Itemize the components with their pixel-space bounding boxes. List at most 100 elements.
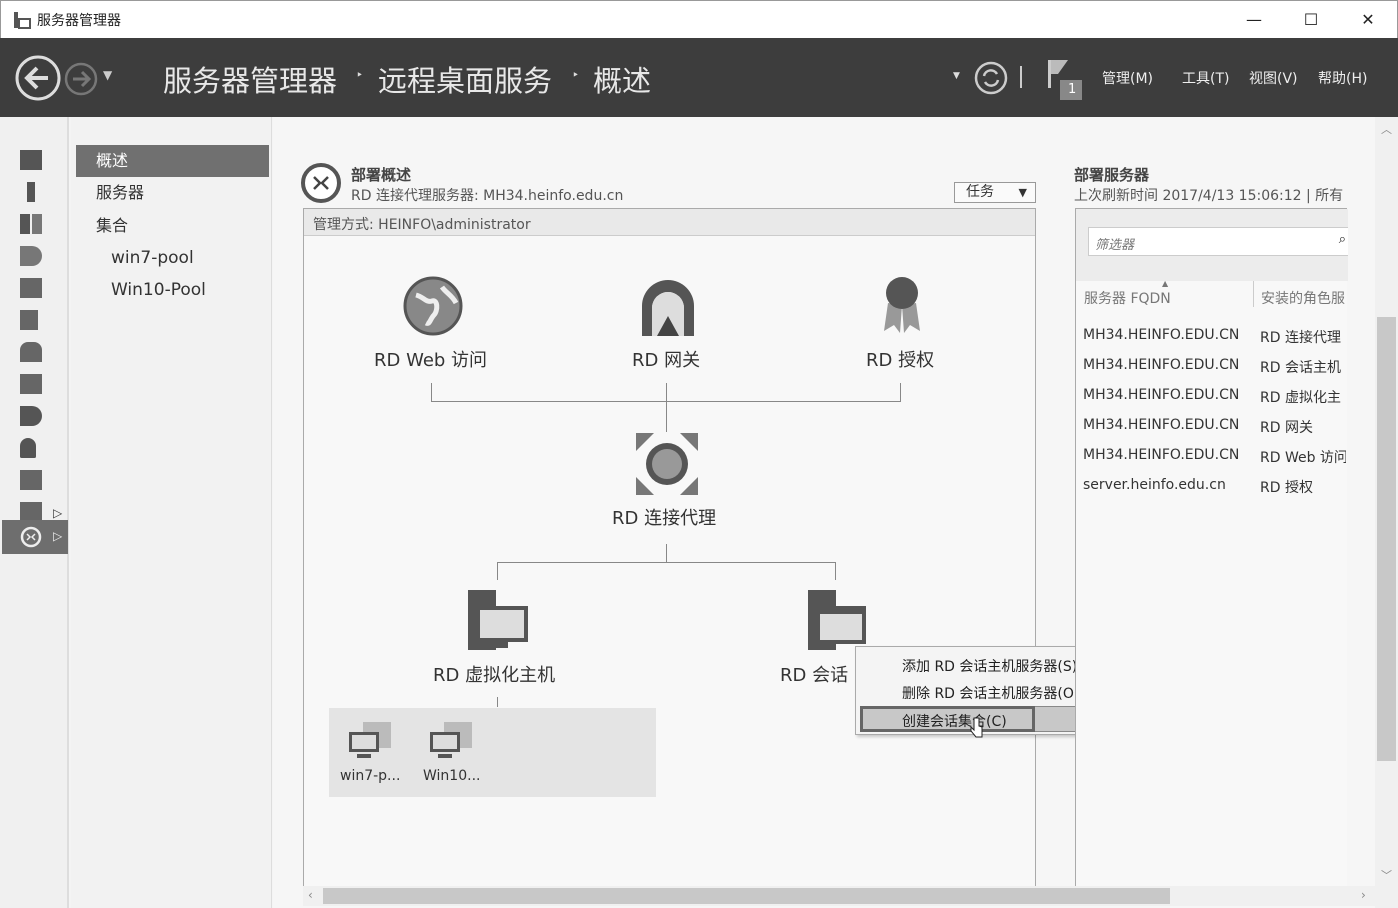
wsus-icon[interactable]: [20, 470, 42, 490]
remote-desktop-icon: [301, 163, 341, 203]
license-ribbon-icon[interactable]: [880, 275, 924, 337]
back-icon[interactable]: [14, 55, 64, 101]
notification-count: 1: [1068, 82, 1077, 97]
title-bar: 服务器管理器 — ☐ ✕: [0, 0, 1398, 38]
nav-item-win10-pool[interactable]: Win10-Pool: [76, 274, 269, 306]
remote-desktop-icon: [20, 526, 42, 548]
menu-tools[interactable]: 工具(T): [1182, 68, 1229, 88]
iis-icon[interactable]: [20, 310, 38, 330]
pool-win7[interactable]: win7-p...: [340, 768, 400, 784]
server-role[interactable]: RD 网关: [1260, 417, 1346, 437]
dashboard-icon[interactable]: [20, 150, 42, 170]
role-rd-session-host[interactable]: RD 会话: [780, 661, 848, 687]
managed-by: 管理方式: HEINFO\administrator: [313, 217, 531, 233]
dropdown-icon[interactable]: ▼: [953, 71, 960, 81]
print-icon[interactable]: [20, 374, 42, 394]
scrollbar-thumb[interactable]: [1377, 317, 1396, 761]
key-icon[interactable]: [20, 438, 36, 458]
maximize-button[interactable]: ☐: [1291, 7, 1331, 33]
nav-item-collections[interactable]: 集合: [76, 210, 269, 242]
overview-title: 部署概述: [351, 166, 412, 184]
menu-create-collection[interactable]: 创建会话集合(C): [860, 706, 1035, 732]
servers-refresh-time: 上次刷新时间 2017/4/13 15:06:12 | 所有: [1074, 188, 1344, 204]
scroll-down-icon[interactable]: ﹀: [1381, 867, 1392, 883]
menu-help[interactable]: 帮助(H): [1318, 68, 1367, 88]
menu-remove-session-host[interactable]: 删除 RD 会话主机服务器(O): [902, 683, 1079, 703]
connection-broker-icon[interactable]: [636, 433, 698, 495]
tasks-dropdown[interactable]: 任务 ▼: [954, 182, 1036, 203]
filter-input[interactable]: 筛选器 ⌕: [1088, 227, 1348, 256]
breadcrumb-separator: ‣: [356, 68, 364, 82]
ad-cs-icon[interactable]: [20, 246, 42, 266]
vertical-scrollbar[interactable]: ︿ ﹀: [1375, 117, 1398, 908]
refresh-icon[interactable]: [973, 60, 1009, 96]
globe-icon[interactable]: [402, 275, 464, 337]
file-storage-icon[interactable]: [20, 278, 42, 298]
gateway-icon[interactable]: [640, 280, 696, 338]
server-role[interactable]: RD 会话主机: [1260, 357, 1346, 377]
expand-icon[interactable]: ▷: [53, 506, 62, 520]
network-policy-icon[interactable]: [20, 342, 42, 362]
session-host-icon[interactable]: [806, 590, 868, 652]
search-icon[interactable]: ⌕: [1339, 232, 1346, 247]
server-fqdn[interactable]: MH34.HEINFO.EDU.CN: [1083, 357, 1239, 373]
desktop-pool-icon[interactable]: [430, 722, 472, 760]
role-rd-virtualization-host[interactable]: RD 虚拟化主机: [433, 661, 555, 687]
servers-panel: 筛选器 ⌕ 服务器 FQDN ▲ 安装的角色服: [1075, 208, 1348, 898]
menu-manage[interactable]: 管理(M): [1102, 68, 1153, 88]
virtualization-host-icon[interactable]: [466, 590, 530, 652]
role-icon-strip: ▷ ▷: [0, 117, 69, 908]
server-fqdn[interactable]: server.heinfo.edu.cn: [1083, 477, 1226, 493]
nav-panel: 概述 服务器 集合 win7-pool Win10-Pool: [71, 117, 272, 908]
column-header-roles[interactable]: 安装的角色服: [1261, 288, 1345, 308]
horizontal-scrollbar[interactable]: ‹ ›: [303, 886, 1375, 906]
server-fqdn[interactable]: MH34.HEINFO.EDU.CN: [1083, 327, 1239, 343]
remote-desktop-nav-item[interactable]: ▷: [2, 520, 68, 554]
nav-item-win7-pool[interactable]: win7-pool: [76, 242, 269, 274]
local-server-icon[interactable]: [27, 182, 35, 202]
server-fqdn[interactable]: MH34.HEINFO.EDU.CN: [1083, 387, 1239, 403]
server-role[interactable]: RD Web 访问: [1260, 447, 1346, 467]
server-fqdn[interactable]: MH34.HEINFO.EDU.CN: [1083, 417, 1239, 433]
servers-title: 部署服务器: [1074, 166, 1150, 184]
chevron-down-icon: ▼: [1018, 186, 1027, 199]
filter-placeholder: 筛选器: [1095, 238, 1135, 253]
column-header-fqdn[interactable]: 服务器 FQDN: [1084, 288, 1171, 308]
sort-ascending-icon: ▲: [1162, 279, 1169, 288]
mouse-cursor-icon: [970, 717, 983, 738]
scroll-left-icon[interactable]: ‹: [308, 888, 313, 902]
file-services-icon[interactable]: [20, 502, 42, 522]
divider: [1020, 66, 1022, 88]
role-rd-web-access[interactable]: RD Web 访问: [374, 346, 487, 372]
pool-win10[interactable]: Win10...: [423, 768, 480, 784]
history-dropdown-icon[interactable]: ▼: [103, 68, 112, 82]
menu-view[interactable]: 视图(V): [1249, 68, 1298, 88]
server-role[interactable]: RD 连接代理: [1260, 327, 1346, 347]
forward-icon[interactable]: [64, 62, 98, 96]
minimize-button[interactable]: —: [1234, 7, 1274, 33]
nav-item-servers[interactable]: 服务器: [76, 177, 269, 209]
nav-item-overview[interactable]: 概述: [76, 145, 269, 177]
all-servers-icon[interactable]: [20, 214, 42, 234]
server-role[interactable]: RD 虚拟化主: [1260, 387, 1346, 407]
header-bar: ▼ 服务器管理器 ‣ 远程桌面服务 ‣ 概述 ▼ 1 管理(M) 工具(T) 视…: [0, 38, 1398, 117]
close-button[interactable]: ✕: [1348, 7, 1388, 33]
flag-icon[interactable]: [1046, 58, 1086, 102]
role-rd-connection-broker[interactable]: RD 连接代理: [612, 504, 716, 530]
menu-add-session-host[interactable]: 添加 RD 会话主机服务器(S): [902, 656, 1077, 676]
role-rd-gateway[interactable]: RD 网关: [632, 346, 700, 372]
virtual-desktop-collections: win7-p... Win10...: [329, 708, 656, 797]
scroll-up-icon[interactable]: ︿: [1381, 121, 1392, 137]
menu-create-collection-label: 创建会话集合(C): [902, 714, 1007, 730]
server-role[interactable]: RD 授权: [1260, 477, 1346, 497]
role-rd-licensing[interactable]: RD 授权: [866, 346, 934, 372]
breadcrumb-item[interactable]: 服务器管理器: [163, 58, 337, 100]
desktop-pool-icon[interactable]: [349, 722, 391, 760]
rds-icon[interactable]: [20, 406, 42, 426]
scrollbar-thumb[interactable]: [323, 888, 1170, 904]
scroll-right-icon[interactable]: ›: [1361, 888, 1366, 902]
expand-icon[interactable]: ▷: [53, 529, 62, 543]
tasks-label: 任务: [966, 184, 994, 200]
server-fqdn[interactable]: MH34.HEINFO.EDU.CN: [1083, 447, 1239, 463]
breadcrumb-item[interactable]: 远程桌面服务: [378, 58, 552, 100]
